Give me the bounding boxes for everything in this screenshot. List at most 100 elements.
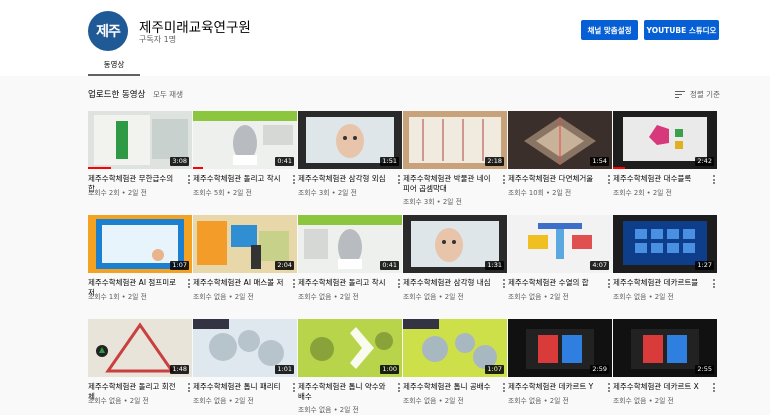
more-actions-icon[interactable] (607, 383, 610, 392)
upload-age: 2일 전 (442, 198, 462, 206)
customize-channel-button[interactable]: 채널 맞춤설정 (581, 20, 638, 40)
video-thumbnail[interactable]: 1:31 (403, 215, 507, 273)
more-actions-icon[interactable] (187, 175, 190, 184)
meta-separator: • (436, 293, 445, 301)
video-thumbnail[interactable]: 1:48 (88, 319, 192, 377)
video-title[interactable]: 제주수학체험관 돌리고 착시 (298, 278, 392, 288)
video-metadata: 조회수 5회 • 2일 전 (193, 187, 293, 197)
more-actions-icon[interactable] (502, 175, 505, 184)
video-duration: 1:27 (695, 261, 714, 270)
sort-button[interactable]: 정렬 기준 (675, 89, 720, 100)
subscriber-count: 구독자 1명 (139, 35, 177, 44)
video-title[interactable]: 제주수학체험관 박물관 네이피어 곱셈막대 (403, 174, 497, 193)
view-count: 조회수 없음 (193, 397, 227, 405)
video-title[interactable]: 제주수학체험관 데카르트블 (613, 278, 707, 288)
video-thumbnail[interactable]: 1:27 (613, 215, 717, 273)
video-thumbnail[interactable]: 1:07 (88, 215, 192, 273)
video-title[interactable]: 제주수학체험관 톱니 약수와 배수 (298, 382, 392, 401)
video-thumbnail[interactable]: 2:04 (193, 215, 297, 273)
more-actions-icon[interactable] (292, 175, 295, 184)
video-title[interactable]: 제주수학체험관 수열의 합 (508, 278, 602, 288)
video-title[interactable]: 제주수학체험관 돌리고 착시 (193, 174, 287, 184)
video-card[interactable]: 4:07 제주수학체험관 수열의 합조회수 없음 • 2일 전 (508, 215, 612, 311)
play-all-link[interactable]: 모두 재생 (153, 89, 183, 100)
video-thumbnail[interactable]: 0:41 (298, 215, 402, 273)
more-actions-icon[interactable] (292, 279, 295, 288)
video-title[interactable]: 제주수학체험관 삼각형 외심 (298, 174, 392, 184)
video-card[interactable]: 1:51 제주수학체험관 삼각형 외심조회수 3회 • 2일 전 (298, 111, 402, 207)
video-thumbnail[interactable]: 2:18 (403, 111, 507, 169)
more-actions-icon[interactable] (502, 279, 505, 288)
video-thumbnail[interactable]: 1:54 (508, 111, 612, 169)
more-actions-icon[interactable] (712, 175, 715, 184)
video-thumbnail[interactable]: 1:00 (298, 319, 402, 377)
video-duration: 1:54 (590, 157, 609, 166)
video-metadata: 조회수 3회 • 2일 전 (298, 187, 398, 197)
video-title[interactable]: 제주수학체험관 톱니 패리티 (193, 382, 287, 392)
more-actions-icon[interactable] (292, 383, 295, 392)
shelf-title[interactable]: 업로드한 동영상 (88, 88, 145, 100)
video-title[interactable]: 제주수학체험관 데카르트 X (613, 382, 707, 392)
video-metadata: 조회수 없음 • 2일 전 (613, 395, 713, 405)
more-actions-icon[interactable] (187, 383, 190, 392)
video-title[interactable]: 제주수학체험관 데카르트 Y (508, 382, 602, 392)
upload-age: 2일 전 (552, 189, 572, 197)
video-card[interactable]: 1:07 제주수학체험관 AI 점프미로저 조회수 1회 • 2일 전 (88, 215, 192, 311)
video-thumbnail[interactable]: 1:07 (403, 319, 507, 377)
video-duration: 4:07 (590, 261, 609, 270)
youtube-studio-button[interactable]: YOUTUBE 스튜디오 (644, 20, 719, 40)
video-thumbnail[interactable]: 4:07 (508, 215, 612, 273)
tab-videos[interactable]: 동영상 (88, 56, 140, 76)
more-actions-icon[interactable] (607, 175, 610, 184)
more-actions-icon[interactable] (712, 383, 715, 392)
video-title[interactable]: 제주수학체험관 대수블록 (613, 174, 707, 184)
video-metadata: 조회수 없음 • 2일 전 (193, 291, 293, 301)
meta-separator: • (331, 406, 340, 414)
upload-age: 2일 전 (127, 189, 147, 197)
video-title[interactable]: 제주수학체험관 삼각형 내심 (403, 278, 497, 288)
video-thumbnail[interactable]: 0:41 (193, 111, 297, 169)
upload-age: 2일 전 (654, 397, 674, 405)
more-actions-icon[interactable] (187, 279, 190, 288)
upload-age: 2일 전 (444, 397, 464, 405)
video-thumbnail[interactable]: 2:59 (508, 319, 612, 377)
more-actions-icon[interactable] (607, 279, 610, 288)
video-metadata: 조회수 없음 • 2일 전 (193, 395, 293, 405)
more-actions-icon[interactable] (397, 279, 400, 288)
video-thumbnail[interactable]: 2:42 (613, 111, 717, 169)
view-count: 조회수 없음 (613, 293, 647, 301)
video-card[interactable]: 1:31 제주수학체험관 삼각형 내심조회수 없음 • 2일 전 (403, 215, 507, 311)
video-card[interactable]: 0:41 제주수학체험관 돌리고 착시 조회수 없음 • 2일 전 (298, 215, 402, 311)
video-card[interactable]: 1:54 제주수학체험관 다면체거울 조회수 10회 • 2일 전 (508, 111, 612, 207)
video-metadata: 조회수 없음 • 2일 전 (403, 291, 503, 301)
video-thumbnail[interactable]: 3:08 (88, 111, 192, 169)
video-thumbnail[interactable]: 1:01 (193, 319, 297, 377)
video-card[interactable]: 0:41 제주수학체험관 돌리고 착시조회수 5회 • 2일 전 (193, 111, 297, 207)
video-metadata: 조회수 없음 • 2일 전 (508, 291, 608, 301)
video-card[interactable]: 1:27 제주수학체험관 데카르트블조회수 없음 • 2일 전 (613, 215, 717, 311)
video-metadata: 조회수 3회 • 2일 전 (403, 196, 503, 206)
channel-avatar[interactable]: 제주 (88, 11, 128, 51)
video-title[interactable]: 제주수학체험관 다면체거울 (508, 174, 602, 184)
video-duration: 2:18 (485, 157, 504, 166)
video-thumbnail[interactable]: 2:55 (613, 319, 717, 377)
more-actions-icon[interactable] (397, 383, 400, 392)
view-count: 조회수 3회 (298, 189, 330, 197)
video-card[interactable]: 2:18 제주수학체험관 박물관 네이피어 곱셈막대조회수 3회 • 2일 전 (403, 111, 507, 207)
more-actions-icon[interactable] (712, 279, 715, 288)
video-metadata: 조회수 없음 • 2일 전 (613, 291, 713, 301)
upload-age: 2일 전 (549, 397, 569, 405)
video-card[interactable]: 2:04 제주수학체험관 AI 매스볼 저조회수 없음 • 2일 전 (193, 215, 297, 311)
video-title[interactable]: 제주수학체험관 AI 매스볼 저 (193, 278, 287, 288)
video-thumbnail[interactable]: 1:51 (298, 111, 402, 169)
more-actions-icon[interactable] (397, 175, 400, 184)
video-card[interactable]: 3:08 제주수학체험관 무한급수의 합 조회수 2회 • 2일 전 (88, 111, 192, 207)
video-card[interactable]: 2:42 제주수학체험관 대수블록 조회수 2회 • 2일 전 (613, 111, 717, 207)
video-title[interactable]: 제주수학체험관 톱니 공배수 (403, 382, 497, 392)
view-count: 조회수 없음 (298, 293, 332, 301)
meta-separator: • (119, 293, 128, 301)
channel-header: 제주 제주미래교육연구원 구독자 1명 채널 맞춤설정 YOUTUBE 스튜디오… (0, 0, 770, 76)
more-actions-icon[interactable] (502, 383, 505, 392)
meta-separator: • (646, 293, 655, 301)
video-duration: 1:07 (485, 365, 504, 374)
